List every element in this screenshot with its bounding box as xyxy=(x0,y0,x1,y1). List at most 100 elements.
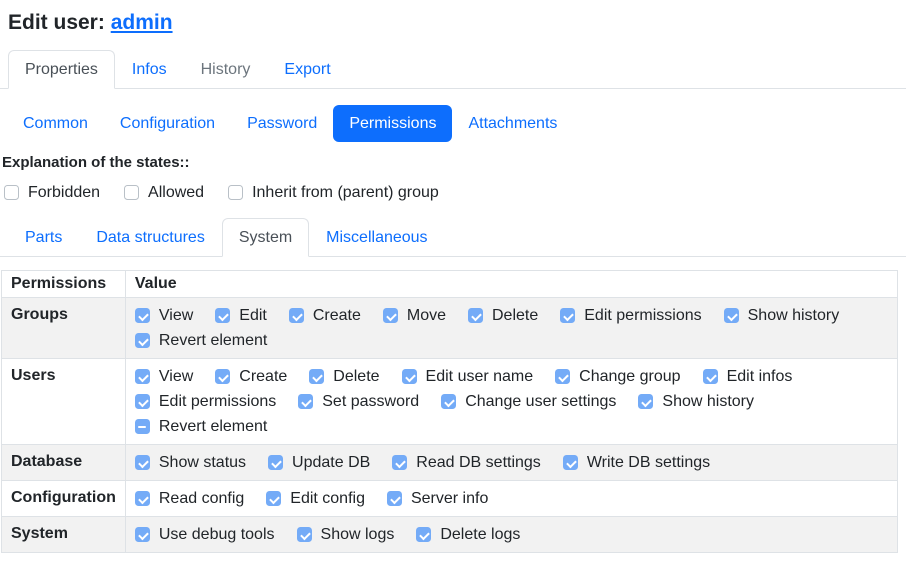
checkbox-checked-icon[interactable] xyxy=(297,527,312,542)
user-link[interactable]: admin xyxy=(111,11,173,34)
checkbox-unchecked-icon[interactable] xyxy=(228,185,243,200)
perm-users-revert-element[interactable]: Revert element xyxy=(135,414,268,439)
checkbox-checked-icon[interactable] xyxy=(416,527,431,542)
checkbox-checked-icon[interactable] xyxy=(383,308,398,323)
checkbox-label: Show status xyxy=(159,452,246,473)
checkbox-checked-icon[interactable] xyxy=(289,308,304,323)
checkbox-checked-icon[interactable] xyxy=(215,369,230,384)
perm-users-set-password[interactable]: Set password xyxy=(298,389,419,414)
row-value-cell: View Edit Create Move Delete Edit permissions… xyxy=(125,298,897,359)
perm-users-change-group[interactable]: Change group xyxy=(555,364,680,389)
checkbox-checked-icon[interactable] xyxy=(563,455,578,470)
perm-groups-view[interactable]: View xyxy=(135,303,193,328)
tab-permissions[interactable]: Permissions xyxy=(333,105,452,142)
perm-system-use-debug-tools[interactable]: Use debug tools xyxy=(135,522,275,547)
checkbox-checked-icon[interactable] xyxy=(135,308,150,323)
checkbox-checked-icon[interactable] xyxy=(135,369,150,384)
perm-database-read-db-settings[interactable]: Read DB settings xyxy=(392,450,541,475)
checkbox-checked-icon[interactable] xyxy=(638,394,653,409)
perm-users-create[interactable]: Create xyxy=(215,364,287,389)
checkbox-label: Update DB xyxy=(292,452,370,473)
perm-system-delete-logs[interactable]: Delete logs xyxy=(416,522,520,547)
checkbox-checked-icon[interactable] xyxy=(268,455,283,470)
checkbox-label: Edit user name xyxy=(426,366,534,387)
tab-configuration[interactable]: Configuration xyxy=(104,105,231,142)
checkbox-label: Edit infos xyxy=(727,366,793,387)
tab-common[interactable]: Common xyxy=(7,105,104,142)
perm-groups-create[interactable]: Create xyxy=(289,303,361,328)
nav-item: Permissions xyxy=(333,105,452,142)
checkbox-checked-icon[interactable] xyxy=(703,369,718,384)
perm-groups-edit-permissions[interactable]: Edit permissions xyxy=(560,303,701,328)
checkbox-checked-icon[interactable] xyxy=(135,333,150,348)
page-title: Edit user: admin xyxy=(8,11,898,35)
checkbox-checked-icon[interactable] xyxy=(724,308,739,323)
checkbox-indeterminate-icon[interactable] xyxy=(135,419,150,434)
nav-item: Attachments xyxy=(452,105,573,142)
state-allowed[interactable]: Allowed xyxy=(124,180,204,205)
perm-database-show-status[interactable]: Show status xyxy=(135,450,246,475)
tab-data-structures[interactable]: Data structures xyxy=(79,218,221,257)
tab-parts[interactable]: Parts xyxy=(8,218,79,257)
checkbox-checked-icon[interactable] xyxy=(560,308,575,323)
checkbox-label: Edit config xyxy=(290,488,365,509)
tab-properties[interactable]: Properties xyxy=(8,50,115,89)
checkbox-label: Create xyxy=(239,366,287,387)
checkbox-label: Show history xyxy=(748,305,840,326)
perm-groups-edit[interactable]: Edit xyxy=(215,303,267,328)
state-inherit-from-parent-group[interactable]: Inherit from (parent) group xyxy=(228,180,439,205)
checkbox-checked-icon[interactable] xyxy=(309,369,324,384)
tab-export[interactable]: Export xyxy=(267,50,347,89)
perm-users-delete[interactable]: Delete xyxy=(309,364,379,389)
tab-password[interactable]: Password xyxy=(231,105,333,142)
row-label: Users xyxy=(2,359,126,445)
perm-groups-revert-element[interactable]: Revert element xyxy=(135,328,268,353)
checkbox-checked-icon[interactable] xyxy=(402,369,417,384)
perm-groups-show-history[interactable]: Show history xyxy=(724,303,840,328)
perm-configuration-read-config[interactable]: Read config xyxy=(135,486,244,511)
row-value-cell: View Create Delete Edit user name Change gro… xyxy=(125,359,897,445)
tab-attachments[interactable]: Attachments xyxy=(452,105,573,142)
checkbox-checked-icon[interactable] xyxy=(135,455,150,470)
checkbox-checked-icon[interactable] xyxy=(215,308,230,323)
perm-users-view[interactable]: View xyxy=(135,364,193,389)
checkbox-checked-icon[interactable] xyxy=(298,394,313,409)
table-header-row: Permissions Value xyxy=(2,271,898,298)
checkbox-label: Set password xyxy=(322,391,419,412)
perm-system-show-logs[interactable]: Show logs xyxy=(297,522,395,547)
perm-configuration-server-info[interactable]: Server info xyxy=(387,486,488,511)
checkbox-unchecked-icon[interactable] xyxy=(124,185,139,200)
perm-groups-move[interactable]: Move xyxy=(383,303,446,328)
row-value-cell: Use debug tools Show logs Delete logs xyxy=(125,517,897,553)
checkbox-label: Change user settings xyxy=(465,391,616,412)
checkbox-checked-icon[interactable] xyxy=(135,394,150,409)
tab-infos[interactable]: Infos xyxy=(115,50,184,89)
checkbox-label: Move xyxy=(407,305,446,326)
checkbox-checked-icon[interactable] xyxy=(392,455,407,470)
permissions-table: Permissions Value GroupsViewEditCreateMo… xyxy=(1,270,898,553)
checkbox-checked-icon[interactable] xyxy=(555,369,570,384)
checkbox-label: Read config xyxy=(159,488,244,509)
perm-users-edit-infos[interactable]: Edit infos xyxy=(703,364,793,389)
checkbox-checked-icon[interactable] xyxy=(441,394,456,409)
checkbox-checked-icon[interactable] xyxy=(135,491,150,506)
tab-miscellaneous[interactable]: Miscellaneous xyxy=(309,218,444,257)
perm-configuration-edit-config[interactable]: Edit config xyxy=(266,486,365,511)
perm-users-edit-permissions[interactable]: Edit permissions xyxy=(135,389,276,414)
checkbox-checked-icon[interactable] xyxy=(135,527,150,542)
perm-groups-delete[interactable]: Delete xyxy=(468,303,538,328)
checkbox-checked-icon[interactable] xyxy=(387,491,402,506)
checkbox-checked-icon[interactable] xyxy=(266,491,281,506)
checkbox-unchecked-icon[interactable] xyxy=(4,185,19,200)
perm-database-update-db[interactable]: Update DB xyxy=(268,450,370,475)
nav-item: Parts xyxy=(8,218,79,256)
perm-users-change-user-settings[interactable]: Change user settings xyxy=(441,389,616,414)
nav-item: Infos xyxy=(115,50,184,88)
checkbox-label: Read DB settings xyxy=(416,452,541,473)
state-forbidden[interactable]: Forbidden xyxy=(4,180,100,205)
tab-system[interactable]: System xyxy=(222,218,309,257)
perm-users-edit-user-name[interactable]: Edit user name xyxy=(402,364,534,389)
perm-database-write-db-settings[interactable]: Write DB settings xyxy=(563,450,710,475)
checkbox-checked-icon[interactable] xyxy=(468,308,483,323)
perm-users-show-history[interactable]: Show history xyxy=(638,389,754,414)
